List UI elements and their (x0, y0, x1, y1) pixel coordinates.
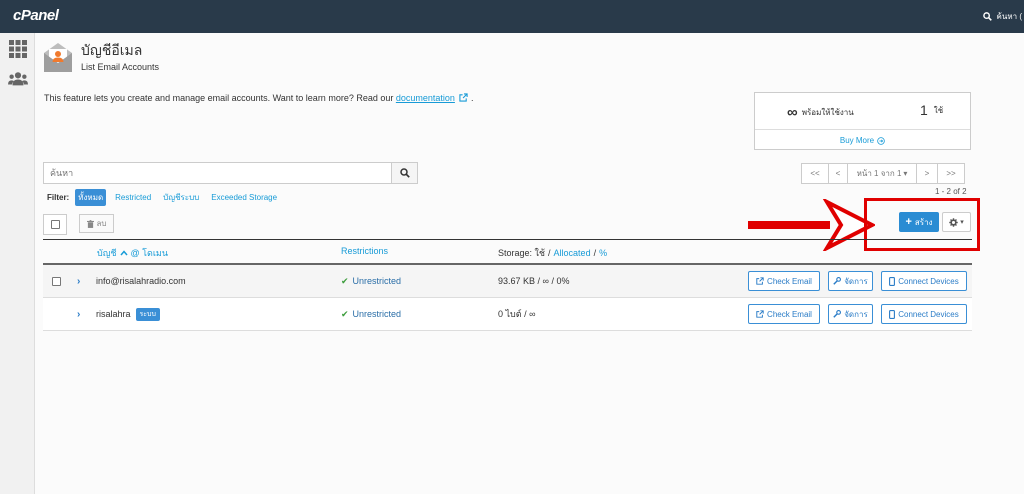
cpanel-logo[interactable]: cPanel (13, 7, 59, 24)
page-subtitle: List Email Accounts (81, 62, 160, 72)
restriction-status: ✔ Unrestricted (341, 275, 402, 287)
caret-down-icon: ▾ (960, 219, 964, 226)
arrow-circle-icon (877, 136, 885, 145)
sidebar (0, 33, 35, 494)
expand-chevron-icon[interactable]: › (77, 265, 80, 297)
intro-text: This feature lets you create and manage … (44, 93, 474, 103)
users-icon[interactable] (8, 69, 28, 89)
table-row: › risalahra ระบบ ✔ Unrestricted 0 ไบต์ /… (43, 298, 972, 331)
connect-devices-button[interactable]: Connect Devices (881, 304, 967, 324)
wrench-icon (833, 310, 842, 318)
search-icon (399, 168, 410, 178)
filter-system-account[interactable]: บัญชีระบบ (160, 189, 202, 206)
buy-more-link[interactable]: Buy More (755, 131, 970, 150)
column-restrictions[interactable]: Restrictions (341, 246, 388, 256)
row-checkbox[interactable] (52, 265, 61, 297)
account-name: info@risalahradio.com (96, 276, 186, 286)
account-stats-box: ∞ พร้อมให้ใช้งาน 1 ใช้ Buy More (754, 92, 971, 150)
manage-button[interactable]: จัดการ (828, 304, 873, 324)
prev-page-button[interactable]: < (828, 163, 848, 184)
next-page-button[interactable]: > (916, 163, 938, 184)
column-percent[interactable]: % (599, 248, 607, 258)
caret-down-icon: ▾ (903, 169, 908, 178)
page-select[interactable]: หน้า 1 จาก 1 ▾ (847, 163, 917, 184)
wrench-icon (833, 277, 842, 285)
column-allocated[interactable]: Allocated (554, 248, 591, 258)
chevron-up-icon (119, 250, 128, 256)
trash-icon (86, 219, 94, 228)
external-link-icon (756, 310, 764, 318)
search-box (43, 162, 418, 184)
column-account[interactable]: บัญชี @ โดเมน (97, 246, 168, 260)
delete-button[interactable]: ลบ (79, 214, 114, 233)
check-icon: ✔ (341, 275, 349, 286)
last-page-button[interactable]: >> (937, 163, 965, 184)
check-icon: ✔ (341, 308, 349, 319)
page-title: บัญชีอีเมล (81, 42, 143, 58)
external-link-icon[interactable] (459, 93, 469, 102)
search-button[interactable] (391, 163, 417, 183)
grid-icon[interactable] (8, 39, 28, 59)
external-link-icon (756, 277, 764, 285)
plus-icon: + (905, 215, 912, 228)
search-input[interactable] (44, 163, 391, 183)
email-accounts-icon (43, 41, 73, 73)
restriction-status: ✔ Unrestricted (341, 308, 402, 320)
filter-restricted[interactable]: Restricted (112, 191, 154, 204)
check-email-button[interactable]: Check Email (748, 304, 820, 324)
available-accounts: ∞ พร้อมให้ใช้งาน (787, 104, 854, 121)
check-email-button[interactable]: Check Email (748, 271, 820, 291)
gear-icon (949, 217, 958, 227)
search-icon (982, 12, 992, 21)
column-domain[interactable]: @ โดเมน (131, 246, 168, 260)
expand-chevron-icon[interactable]: › (77, 298, 80, 330)
table-row: › info@risalahradio.com ✔ Unrestricted 9… (43, 265, 972, 298)
top-bar: cPanel ค้นหา ( (0, 0, 1024, 33)
top-search[interactable]: ค้นหา ( (982, 0, 1024, 33)
filter-label: Filter: (47, 193, 70, 202)
account-name: risalahra ระบบ (96, 298, 160, 330)
table-header: บัญชี @ โดเมน Restrictions Storage: ใช้ … (43, 240, 972, 265)
mobile-icon (889, 276, 896, 286)
used-accounts: 1 ใช้ (920, 102, 944, 118)
top-search-label: ค้นหา ( (996, 12, 1022, 21)
storage-usage: 93.67 KB / ∞ / 0% (498, 276, 570, 286)
documentation-link[interactable]: documentation (396, 93, 455, 103)
manage-button[interactable]: จัดการ (828, 271, 873, 291)
mobile-icon (889, 309, 896, 319)
filter-bar: Filter: ทั้งหมด Restricted บัญชีระบบ Exc… (47, 189, 280, 206)
create-button[interactable]: + สร้าง (899, 212, 939, 232)
result-count: 1 - 2 of 2 (935, 187, 967, 196)
first-page-button[interactable]: << (801, 163, 829, 184)
filter-all[interactable]: ทั้งหมด (75, 189, 107, 206)
pagination: << < หน้า 1 จาก 1 ▾ > >> (801, 163, 965, 184)
system-account-badge: ระบบ (135, 307, 160, 321)
filter-exceeded-storage[interactable]: Exceeded Storage (208, 191, 280, 204)
column-storage: Storage: ใช้ / Allocated / % (498, 248, 608, 258)
connect-devices-button[interactable]: Connect Devices (881, 271, 967, 291)
storage-usage: 0 ไบต์ / ∞ (498, 309, 536, 319)
settings-dropdown-button[interactable]: ▾ (942, 212, 971, 232)
select-all-checkbox[interactable] (43, 214, 67, 235)
main-content: บัญชีอีเมล List Email Accounts This feat… (35, 33, 1024, 494)
